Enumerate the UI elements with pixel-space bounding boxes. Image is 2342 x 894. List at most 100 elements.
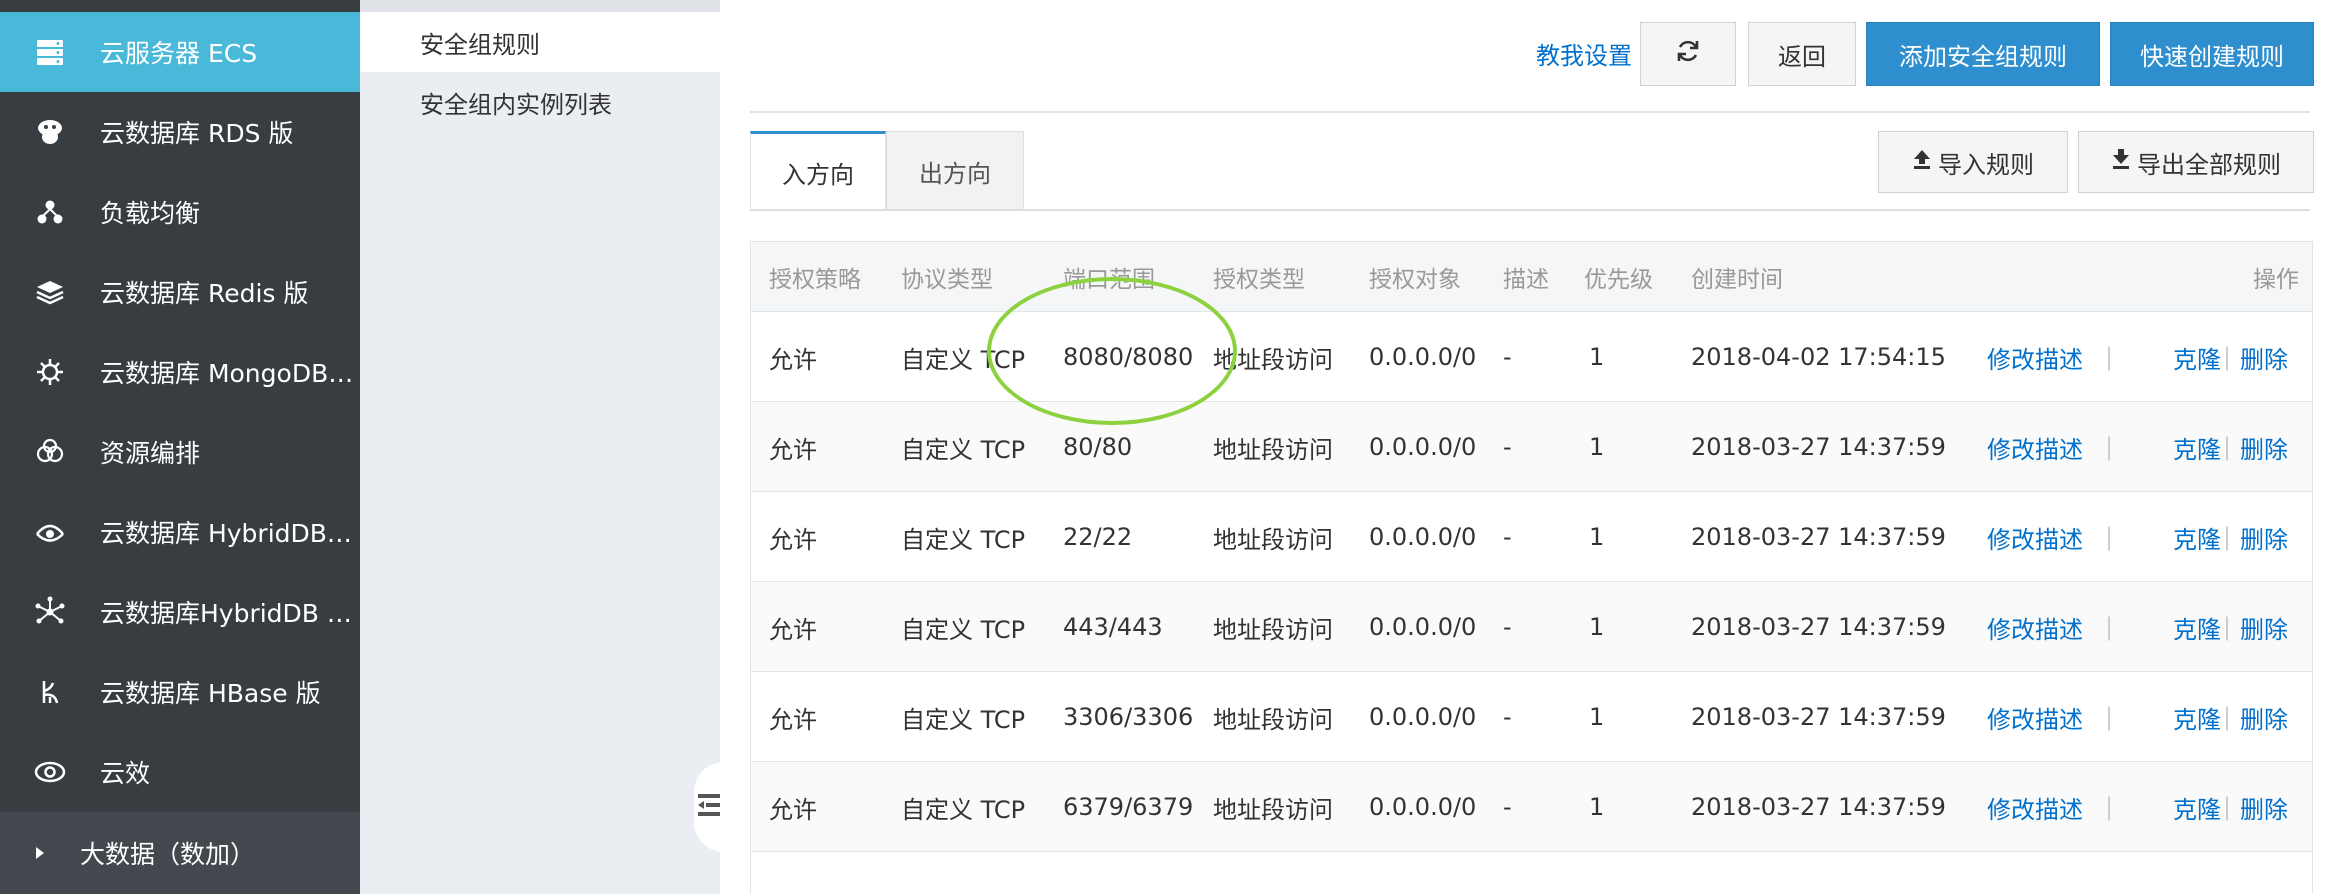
cell-description: - xyxy=(1503,793,1512,821)
sidebar-item-hbase[interactable]: 云数据库 HBase 版 xyxy=(0,652,360,732)
cell-port-range: 3306/3306 xyxy=(1063,703,1194,731)
sidebar-item-rds[interactable]: 云数据库 RDS 版 xyxy=(0,92,360,172)
delete-link[interactable]: 删除 xyxy=(2240,312,2288,402)
sidebar-item-yunxiao[interactable]: 云效 xyxy=(0,732,360,812)
header-port-range: 端口范围 xyxy=(1063,267,1155,293)
sidebar-item-label: 资源编排 xyxy=(100,439,201,468)
upload-icon xyxy=(1912,148,1932,176)
clone-link[interactable]: 克隆 xyxy=(2173,312,2221,402)
header-priority: 优先级 xyxy=(1584,267,1653,293)
action-separator: | xyxy=(2105,613,2114,641)
delete-link[interactable]: 删除 xyxy=(2240,492,2288,582)
sidebar-item-redis[interactable]: 云数据库 Redis 版 xyxy=(0,252,360,332)
layers-icon xyxy=(0,277,100,307)
eye-ring-icon xyxy=(0,517,100,547)
table-row: 允许 自定义 TCP 443/443 地址段访问 0.0.0.0/0- 1 2018-03-… xyxy=(751,582,2312,672)
cell-port-range: 8080/8080 xyxy=(1063,343,1194,371)
secondary-nav: 安全组规则 安全组内实例列表 xyxy=(360,0,720,894)
delete-link[interactable]: 删除 xyxy=(2240,402,2288,492)
cell-policy: 允许 xyxy=(769,435,817,464)
refresh-icon xyxy=(1675,38,1701,70)
cell-auth-object: 0.0.0.0/0 xyxy=(1369,523,1477,551)
cell-description: - xyxy=(1503,343,1512,371)
load-balancer-icon xyxy=(0,197,100,227)
delete-link[interactable]: 删除 xyxy=(2240,582,2288,672)
table-header: 授权策略 协议类型 端口范围 授权类型 授权对象 描述 优先级 创建时间 操作 xyxy=(751,242,2312,312)
sidebar-item-mongodb[interactable]: 云数据库 MongoDB 版 xyxy=(0,332,360,412)
export-rules-button[interactable]: 导出全部规则 xyxy=(2078,131,2314,193)
cell-priority: 1 xyxy=(1589,613,1605,641)
table-row: 允许 自定义 TCP 80/80 地址段访问 0.0.0.0/0- 1 2018-03-27… xyxy=(751,402,2312,492)
delete-link[interactable]: 删除 xyxy=(2240,672,2288,762)
branch-icon xyxy=(0,677,100,707)
subnav-top-strip xyxy=(360,0,720,12)
back-button[interactable]: 返回 xyxy=(1748,22,1856,86)
delete-link[interactable]: 删除 xyxy=(2240,762,2288,852)
sidebar-item-ecs[interactable]: 云服务器 ECS xyxy=(0,12,360,92)
edit-description-link[interactable]: 修改描述 xyxy=(1987,402,2083,492)
network-icon xyxy=(0,596,100,628)
sidebar-item-label: 云效 xyxy=(100,759,151,788)
cell-created-time: 2018-03-27 14:37:59 xyxy=(1691,613,1946,641)
header-actions: 操作 xyxy=(2253,267,2299,293)
action-separator: | xyxy=(2223,613,2232,641)
toolbar-divider xyxy=(750,111,2310,113)
gear-icon xyxy=(0,357,100,387)
edit-description-link[interactable]: 修改描述 xyxy=(1987,492,2083,582)
subnav-item-rules[interactable]: 安全组规则 xyxy=(360,12,720,72)
edit-description-link[interactable]: 修改描述 xyxy=(1987,582,2083,672)
clone-link[interactable]: 克隆 xyxy=(2173,762,2221,852)
cell-priority: 1 xyxy=(1589,523,1605,551)
clone-link[interactable]: 克隆 xyxy=(2173,672,2221,762)
cell-policy: 允许 xyxy=(769,525,817,554)
sidebar-item-slb[interactable]: 负载均衡 xyxy=(0,172,360,252)
cell-policy: 允许 xyxy=(769,615,817,644)
cell-policy: 允许 xyxy=(769,705,817,734)
cell-policy: 允许 xyxy=(769,795,817,824)
add-rule-button[interactable]: 添加安全组规则 xyxy=(1866,22,2100,86)
sidebar-group-bigdata[interactable]: 大数据（数加） xyxy=(0,812,360,894)
table-row: 允许 自定义 TCP 3306/3306 地址段访问 0.0.0.0/0- 1 2018-0… xyxy=(751,672,2312,762)
subnav-item-instances[interactable]: 安全组内实例列表 xyxy=(360,72,720,132)
cell-protocol: 自定义 TCP xyxy=(901,615,1026,644)
import-rules-button[interactable]: 导入规则 xyxy=(1878,131,2068,193)
sidebar-item-hybriddb-2[interactable]: 云数据库HybridDB fo… xyxy=(0,572,360,652)
action-separator: | xyxy=(2223,703,2232,731)
cell-auth-object: 0.0.0.0/0 xyxy=(1369,703,1477,731)
table-row: 允许 自定义 TCP 8080/8080 地址段访问 0.0.0.0/0- 1 2018-0… xyxy=(751,312,2312,402)
export-rules-label: 导出全部规则 xyxy=(2137,150,2281,179)
cell-protocol: 自定义 TCP xyxy=(901,705,1026,734)
cell-priority: 1 xyxy=(1589,793,1605,821)
cell-port-range: 80/80 xyxy=(1063,433,1133,461)
help-setup-link[interactable]: 教我设置 xyxy=(1536,36,1632,71)
clone-link[interactable]: 克隆 xyxy=(2173,582,2221,672)
cell-auth-type: 地址段访问 xyxy=(1213,435,1333,464)
download-icon xyxy=(2111,148,2131,176)
cell-priority: 1 xyxy=(1589,343,1605,371)
security-rules-table: 授权策略 协议类型 端口范围 授权类型 授权对象 描述 优先级 创建时间 操作 … xyxy=(750,241,2313,894)
action-separator: | xyxy=(2105,433,2114,461)
eye-icon xyxy=(0,757,100,787)
tab-inbound[interactable]: 入方向 xyxy=(750,131,886,211)
sidebar-item-hybriddb-1[interactable]: 云数据库 HybridDB f… xyxy=(0,492,360,572)
quick-create-button[interactable]: 快速创建规则 xyxy=(2110,22,2314,86)
header-auth-type: 授权类型 xyxy=(1213,267,1305,293)
action-separator: | xyxy=(2223,433,2232,461)
sidebar-item-ros[interactable]: 资源编排 xyxy=(0,412,360,492)
cell-auth-type: 地址段访问 xyxy=(1213,525,1333,554)
edit-description-link[interactable]: 修改描述 xyxy=(1987,312,2083,402)
sidebar-group-label: 大数据（数加） xyxy=(80,840,256,869)
tab-outbound[interactable]: 出方向 xyxy=(886,131,1024,211)
edit-description-link[interactable]: 修改描述 xyxy=(1987,672,2083,762)
collapse-sidebar-handle[interactable] xyxy=(694,762,724,852)
cell-priority: 1 xyxy=(1589,703,1605,731)
clone-link[interactable]: 克隆 xyxy=(2173,492,2221,582)
refresh-button[interactable] xyxy=(1640,22,1736,86)
edit-description-link[interactable]: 修改描述 xyxy=(1987,762,2083,852)
clone-link[interactable]: 克隆 xyxy=(2173,402,2221,492)
sidebar-item-label: 云数据库 HybridDB f… xyxy=(100,519,358,548)
cell-auth-object: 0.0.0.0/0 xyxy=(1369,433,1477,461)
cell-auth-object: 0.0.0.0/0 xyxy=(1369,613,1477,641)
tab-baseline xyxy=(750,209,2310,211)
header-policy: 授权策略 xyxy=(769,267,861,293)
